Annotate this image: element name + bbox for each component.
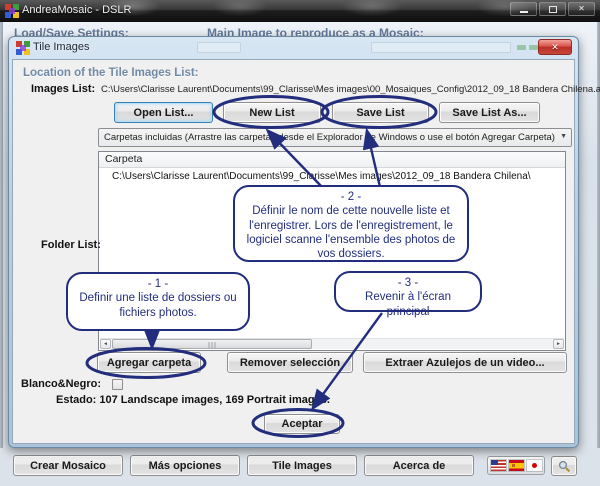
chevron-down-icon: ▼ [560,133,567,140]
open-list-button[interactable]: Open List... [114,102,213,123]
remover-seleccion-button[interactable]: Remover selección [227,352,353,373]
new-list-button[interactable]: New List [223,102,321,123]
tile-images-button[interactable]: Tile Images [247,455,357,476]
window-title: AndreaMosaic - DSLR [22,4,131,16]
blanco-negro-label: Blanco&Negro: [21,378,101,390]
section-title: Location of the Tile Images List: [23,67,199,79]
ghost-artifact [529,45,538,50]
scrollbar-thumb[interactable] [112,339,312,349]
screen: AndreaMosaic - DSLR ✕ Load/Save Settings… [0,0,600,486]
andreamosaic-logo-icon [5,4,19,18]
dialog-title: Tile Images [33,41,89,53]
us-flag-icon[interactable] [491,460,506,471]
blanco-negro-checkbox[interactable] [112,379,123,390]
scroll-left-button[interactable]: ◄ [100,339,111,349]
window-titlebar: AndreaMosaic - DSLR ✕ [0,0,600,22]
minimize-button[interactable] [510,2,537,16]
status-text: Estado: 107 Landscape images, 169 Portra… [56,394,330,406]
minimize-icon [520,11,528,13]
images-list-path: C:\Users\Clarisse Laurent\Documents\99_C… [101,84,571,95]
mas-opciones-button[interactable]: Más opciones [130,455,240,476]
close-icon: ✕ [578,5,585,13]
callout-3-text: Revenir à l'écran principal [365,291,451,317]
scroll-right-icon: ► [556,341,561,347]
dialog-close-button[interactable]: ✕ [538,39,572,55]
folder-mode-dropdown[interactable]: Carpetas incluidas (Arrastre las carpeta… [98,128,572,147]
callout-3-number: - 3 - [344,276,472,290]
crear-mosaico-button[interactable]: Crear Mosaico [13,455,123,476]
japan-flag-icon[interactable] [527,460,542,471]
aceptar-button[interactable]: Aceptar [264,414,340,434]
extraer-azulejos-button[interactable]: Extraer Azulejos de un video... [363,352,567,373]
maximize-icon [549,6,557,13]
window-controls: ✕ [510,2,595,16]
table-row[interactable]: C:\Users\Clarisse Laurent\Documents\99_C… [99,168,565,182]
agregar-carpeta-button[interactable]: Agregar carpeta [97,352,201,373]
images-list-label: Images List: [31,83,95,95]
language-selector[interactable] [487,456,545,475]
callout-3: - 3 - Revenir à l'écran principal [334,271,482,312]
save-list-as-button[interactable]: Save List As... [439,102,540,123]
magnifier-icon [558,460,571,473]
ghost-artifact [517,45,526,50]
dialog-mosaic-icon [16,41,30,55]
column-header-carpeta: Carpeta [99,152,565,168]
dialog-close-icon: ✕ [551,42,559,53]
save-list-button[interactable]: Save List [332,102,429,123]
horizontal-scrollbar[interactable]: ◄ ► [100,338,564,349]
close-button[interactable]: ✕ [568,2,595,16]
spain-flag-icon[interactable] [509,460,524,471]
help-search-button[interactable] [551,456,577,476]
window-frame-left [0,22,3,486]
callout-1-number: - 1 - [76,277,240,291]
maximize-button[interactable] [539,2,566,16]
callout-1-text: Definir une liste de dossiers ou fichier… [79,292,236,318]
dropdown-selected-value: Carpetas incluidas (Arrastre las carpeta… [104,132,555,143]
acerca-de-button[interactable]: Acerca de [364,455,474,476]
callout-2: - 2 - Définir le nom de cette nouvelle l… [233,185,469,262]
callout-1: - 1 - Definir une liste de dossiers ou f… [66,272,250,331]
scroll-right-button[interactable]: ► [553,339,564,349]
callout-2-number: - 2 - [243,190,459,204]
ghost-artifact [371,42,511,53]
callout-2-text: Définir le nom de cette nouvelle liste e… [247,205,456,260]
scroll-left-icon: ◄ [103,341,108,347]
ghost-artifact [197,42,241,53]
dialog-titlebar: Tile Images ✕ [9,37,578,59]
scrollbar-grip-icon [209,342,216,348]
folder-list-label: Folder List: [41,239,101,251]
